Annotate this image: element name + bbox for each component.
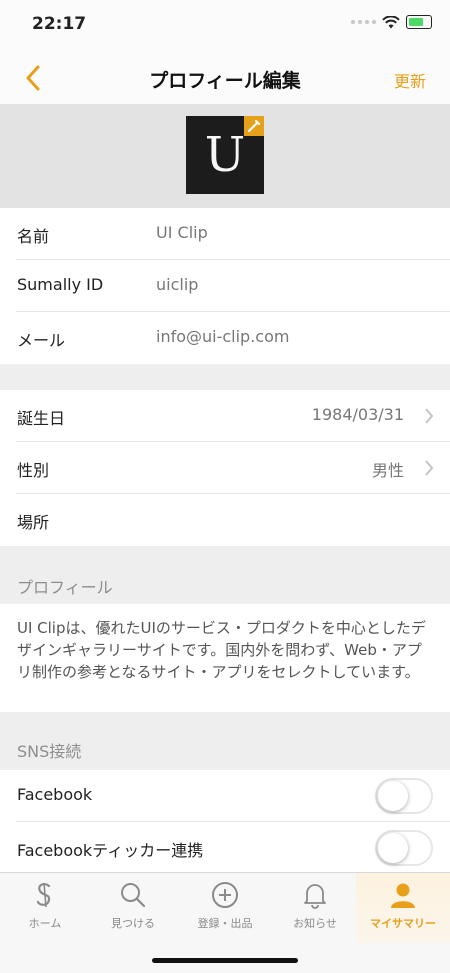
field-label: 名前: [17, 227, 50, 246]
navigation-bar: プロフィール編集 更新: [0, 52, 450, 105]
page-title: プロフィール編集: [149, 70, 301, 92]
facebook-ticker-toggle[interactable]: [375, 830, 433, 866]
detail-row-gender[interactable]: 性別 男性: [0, 442, 450, 494]
detail-row-birthday[interactable]: 誕生日 1984/03/31: [0, 390, 450, 442]
field-label: Sumally ID: [17, 275, 104, 294]
detail-label: 場所: [17, 513, 50, 532]
field-value[interactable]: UI Clip: [156, 223, 208, 242]
toggle-knob: [378, 781, 408, 811]
tab-my-summary[interactable]: マイサマリー: [356, 873, 450, 943]
tab-label: 見つける: [111, 917, 155, 930]
person-icon: [391, 883, 415, 908]
tab-label: お知らせ: [293, 917, 337, 930]
search-icon: [121, 883, 146, 908]
chevron-right-icon: [425, 408, 434, 424]
sns-section-header: SNS接続: [0, 712, 450, 770]
sns-row-facebook-ticker: Facebookティッカー連携: [0, 822, 450, 874]
sns-label: Facebookティッカー連携: [17, 841, 204, 860]
update-button[interactable]: 更新: [394, 68, 426, 92]
detail-label: 性別: [17, 461, 50, 480]
wifi-icon: [382, 15, 400, 28]
toggle-knob: [378, 833, 408, 863]
field-value[interactable]: uiclip: [156, 275, 198, 294]
section-gap: [0, 364, 450, 390]
edit-pencil-icon[interactable]: [244, 116, 264, 136]
detail-value: 1984/03/31: [311, 405, 404, 424]
add-circle-icon: [212, 882, 238, 908]
battery-icon: [406, 15, 432, 29]
status-icons: [351, 15, 432, 29]
field-row-name[interactable]: 名前 UI Clip: [0, 208, 450, 260]
signal-icon: [351, 20, 376, 24]
detail-row-location[interactable]: 場所: [0, 494, 450, 546]
field-value[interactable]: info@ui-clip.com: [156, 327, 289, 346]
avatar-section: U: [0, 105, 450, 208]
field-label: メール: [17, 331, 66, 350]
status-time: 22:17: [32, 14, 87, 34]
sns-label: Facebook: [17, 785, 93, 804]
tab-label: 登録・出品: [197, 917, 253, 930]
tab-home[interactable]: ホーム: [0, 881, 90, 941]
section-title: プロフィール: [17, 578, 113, 597]
tab-register[interactable]: 登録・出品: [180, 881, 270, 941]
bell-icon: [304, 884, 326, 909]
profile-text[interactable]: UI Clipは、優れたUIのサービス・プロダクトを中心としたデザインギャラリー…: [17, 617, 435, 683]
tab-discover[interactable]: 見つける: [88, 881, 178, 941]
tab-notifications[interactable]: お知らせ: [270, 881, 360, 941]
chevron-right-icon: [425, 460, 434, 476]
section-title: SNS接続: [17, 742, 82, 761]
field-row-sumally-id[interactable]: Sumally ID uiclip: [0, 260, 450, 312]
avatar[interactable]: U: [186, 116, 264, 194]
tab-label: ホーム: [28, 917, 62, 930]
facebook-toggle[interactable]: [375, 778, 433, 814]
sumally-logo-icon: [36, 882, 51, 908]
profile-section-header: プロフィール: [0, 546, 450, 604]
home-indicator: [152, 958, 298, 963]
detail-label: 誕生日: [17, 409, 66, 428]
status-bar: 22:17: [0, 0, 450, 52]
tab-label: マイサマリー: [370, 917, 436, 930]
sns-row-facebook: Facebook: [0, 770, 450, 822]
field-row-email[interactable]: メール info@ui-clip.com: [0, 312, 450, 364]
detail-value: 男性: [371, 461, 404, 480]
